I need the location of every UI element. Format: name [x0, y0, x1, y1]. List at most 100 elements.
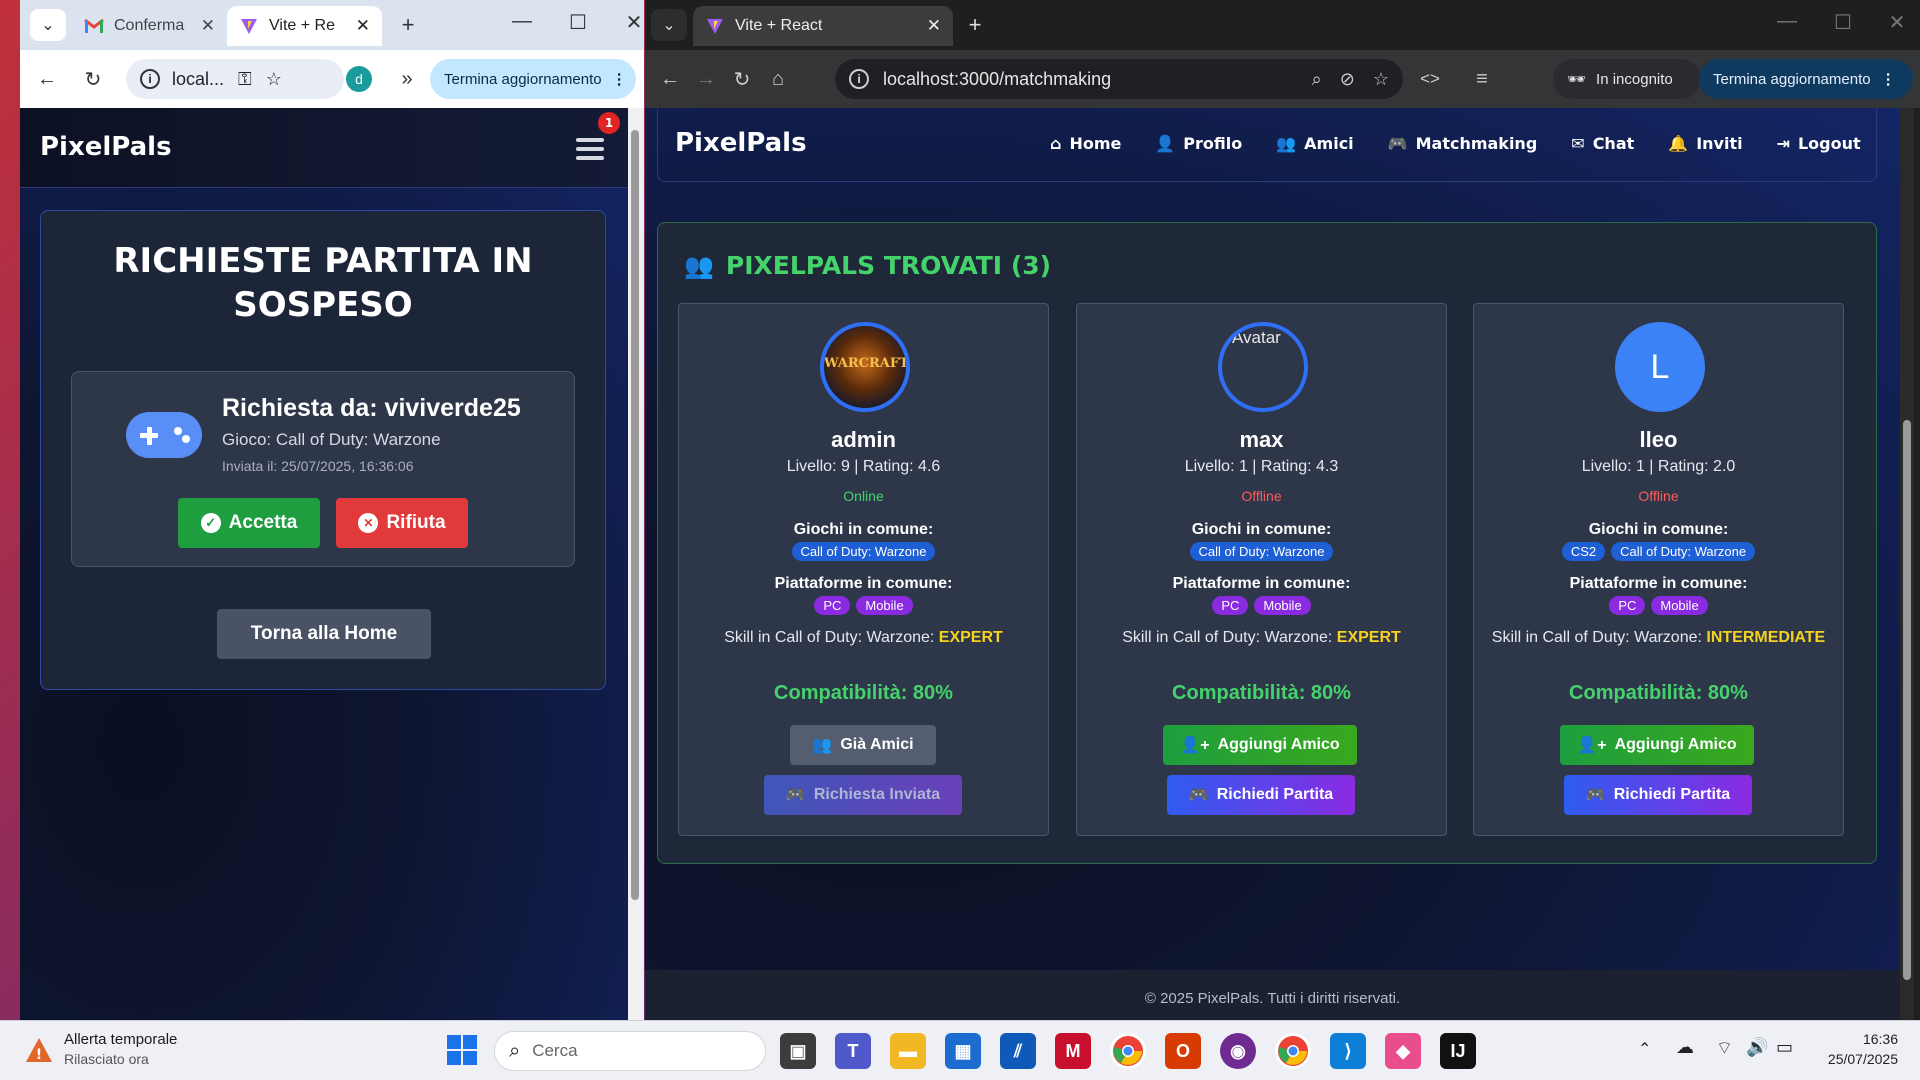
- incognito-indicator[interactable]: 🕶 In incognito: [1553, 59, 1701, 99]
- update-button[interactable]: Termina aggiornamento ⋮: [1699, 59, 1913, 99]
- tab-label: Vite + React: [735, 17, 823, 34]
- minimize-button[interactable]: —: [502, 10, 542, 33]
- update-button[interactable]: Termina aggiornamento ⋮: [430, 59, 636, 99]
- address-bar[interactable]: i localhost:3000/matchmaking ⌕ ⊘ ☆: [835, 59, 1403, 99]
- volume-icon[interactable]: 🔊: [1746, 1037, 1768, 1058]
- new-tab-button[interactable]: +: [957, 9, 993, 41]
- bell-icon: 🔔: [1668, 134, 1689, 153]
- close-window-button[interactable]: ✕: [1877, 10, 1917, 35]
- left-scrollbar[interactable]: [628, 108, 642, 1020]
- player-stats: Livello: 1 | Rating: 2.0: [1581, 458, 1736, 475]
- request-game: Gioco: Call of Duty: Warzone: [222, 430, 441, 449]
- reload-icon[interactable]: ↻: [78, 64, 108, 94]
- game-tag: CS2: [1561, 542, 1606, 561]
- nav-matchmaking[interactable]: 🎮 Matchmaking: [1388, 134, 1538, 153]
- back-home-button[interactable]: Torna alla Home: [217, 609, 431, 659]
- search-placeholder: Cerca: [532, 1041, 578, 1060]
- nav-home[interactable]: ⌂ Home: [1050, 134, 1121, 153]
- minimize-button[interactable]: —: [1767, 10, 1807, 33]
- media-queue-icon[interactable]: ≡: [1467, 64, 1497, 94]
- devtools-icon[interactable]: <>: [1415, 64, 1445, 94]
- task-view-icon[interactable]: ▣: [780, 1033, 816, 1069]
- forward-icon[interactable]: →: [691, 64, 721, 94]
- chrome-profile-icon[interactable]: [1275, 1033, 1311, 1069]
- tab-vite-react[interactable]: Vite + React ✕: [693, 6, 953, 46]
- back-icon[interactable]: ←: [32, 64, 62, 94]
- add-friend-button[interactable]: 👤+ Aggiungi Amico: [1560, 725, 1754, 765]
- intellij-icon[interactable]: IJ: [1440, 1033, 1476, 1069]
- weather-title[interactable]: Allerta temporale: [64, 1031, 177, 1048]
- weather-alert-icon[interactable]: !: [24, 1035, 54, 1065]
- chevron-down-icon: ⌄: [41, 17, 55, 34]
- nav-chat[interactable]: ✉ Chat: [1571, 134, 1634, 153]
- app-footer: © 2025 PixelPals. Tutti i diritti riserv…: [645, 970, 1900, 1020]
- scrollbar-thumb[interactable]: [631, 130, 639, 900]
- request-match-button[interactable]: 🎮 Richiedi Partita: [1564, 775, 1752, 815]
- vite-icon: [705, 16, 725, 36]
- player-name: admin: [831, 427, 896, 452]
- extensions-overflow-icon[interactable]: »: [392, 64, 422, 94]
- back-icon[interactable]: ←: [655, 64, 685, 94]
- clock-time[interactable]: 16:36: [1808, 1031, 1898, 1047]
- platform-tag: Mobile: [1254, 596, 1311, 615]
- maximize-button[interactable]: ☐: [558, 10, 598, 35]
- hamburger-menu-icon[interactable]: [576, 138, 604, 162]
- zoom-icon[interactable]: ⌕: [1312, 69, 1322, 90]
- profile-avatar[interactable]: d: [346, 66, 372, 92]
- close-icon[interactable]: ✕: [356, 16, 370, 36]
- close-icon[interactable]: ✕: [201, 16, 215, 36]
- warcraft-logo: WARCRAFT: [824, 356, 909, 371]
- nav-logout[interactable]: ⇥ Logout: [1777, 134, 1861, 153]
- brand-logo[interactable]: PixelPals: [40, 132, 172, 162]
- brand-logo[interactable]: PixelPals: [675, 128, 807, 158]
- tab-search-button[interactable]: ⌄: [651, 9, 687, 41]
- clock-date[interactable]: 25/07/2025: [1808, 1051, 1898, 1067]
- accept-button[interactable]: ✓ Accetta: [178, 498, 320, 548]
- eye-off-icon[interactable]: ⊘: [1340, 69, 1355, 90]
- main-nav: ⌂ Home 👤 Profilo 👥 Amici 🎮 Matchmaking ✉ Chat…: [1050, 134, 1861, 153]
- compatibility: Compatibilità: 80%: [774, 682, 953, 704]
- github-desktop-icon[interactable]: ◉: [1220, 1033, 1256, 1069]
- tab-search-button[interactable]: ⌄: [30, 9, 66, 41]
- windows-start-icon[interactable]: [447, 1035, 477, 1065]
- file-explorer-icon[interactable]: ▬: [890, 1033, 926, 1069]
- reload-icon[interactable]: ↻: [727, 64, 757, 94]
- player-status: Online: [843, 488, 884, 504]
- new-tab-button[interactable]: +: [390, 9, 426, 41]
- wifi-icon[interactable]: ⌔: [1716, 1037, 1733, 1060]
- vscode-icon[interactable]: ⟩: [1330, 1033, 1366, 1069]
- common-platforms-heading: Piattaforme in comune:: [774, 575, 953, 592]
- close-icon[interactable]: ✕: [927, 16, 941, 36]
- request-match-button[interactable]: 🎮 Richiedi Partita: [1167, 775, 1355, 815]
- reject-button[interactable]: ✕ Rifiuta: [336, 498, 468, 548]
- store-icon[interactable]: ▦: [945, 1033, 981, 1069]
- scrollbar-thumb[interactable]: [1903, 420, 1911, 980]
- nav-invites[interactable]: 🔔 Inviti: [1668, 134, 1742, 153]
- star-icon[interactable]: ☆: [1373, 69, 1389, 90]
- key-icon[interactable]: ⚿: [238, 69, 252, 90]
- compatibility: Compatibilità: 80%: [1569, 682, 1748, 704]
- add-friend-button[interactable]: 👤+ Aggiungi Amico: [1163, 725, 1357, 765]
- tab-vite[interactable]: Vite + Re ✕: [227, 6, 382, 46]
- nav-profile[interactable]: 👤 Profilo: [1155, 134, 1242, 153]
- close-window-button[interactable]: ✕: [614, 10, 644, 35]
- gitkraken-icon[interactable]: ◆: [1385, 1033, 1421, 1069]
- office-icon[interactable]: O: [1165, 1033, 1201, 1069]
- nav-label: Logout: [1797, 134, 1861, 153]
- teams-icon[interactable]: T: [835, 1033, 871, 1069]
- home-icon[interactable]: ⌂: [763, 64, 793, 94]
- taskbar-search[interactable]: ⌕ Cerca: [494, 1031, 766, 1071]
- star-icon[interactable]: ☆: [266, 69, 282, 90]
- player-stats: Livello: 1 | Rating: 4.3: [1184, 458, 1339, 475]
- chevron-up-icon[interactable]: ⌃: [1638, 1039, 1651, 1059]
- remote-desktop-icon[interactable]: ⫽: [1000, 1033, 1036, 1069]
- right-scrollbar[interactable]: [1900, 108, 1914, 1020]
- maximize-button[interactable]: ☐: [1823, 10, 1863, 35]
- nav-friends[interactable]: 👥 Amici: [1276, 134, 1353, 153]
- mcafee-icon[interactable]: M: [1055, 1033, 1091, 1069]
- cloud-icon[interactable]: ☁: [1676, 1037, 1694, 1058]
- battery-icon[interactable]: ▭: [1776, 1037, 1793, 1058]
- chrome-icon[interactable]: [1110, 1033, 1146, 1069]
- address-bar[interactable]: i local... ⚿ ☆: [126, 59, 344, 99]
- tab-gmail[interactable]: Conferma ✕: [72, 6, 227, 46]
